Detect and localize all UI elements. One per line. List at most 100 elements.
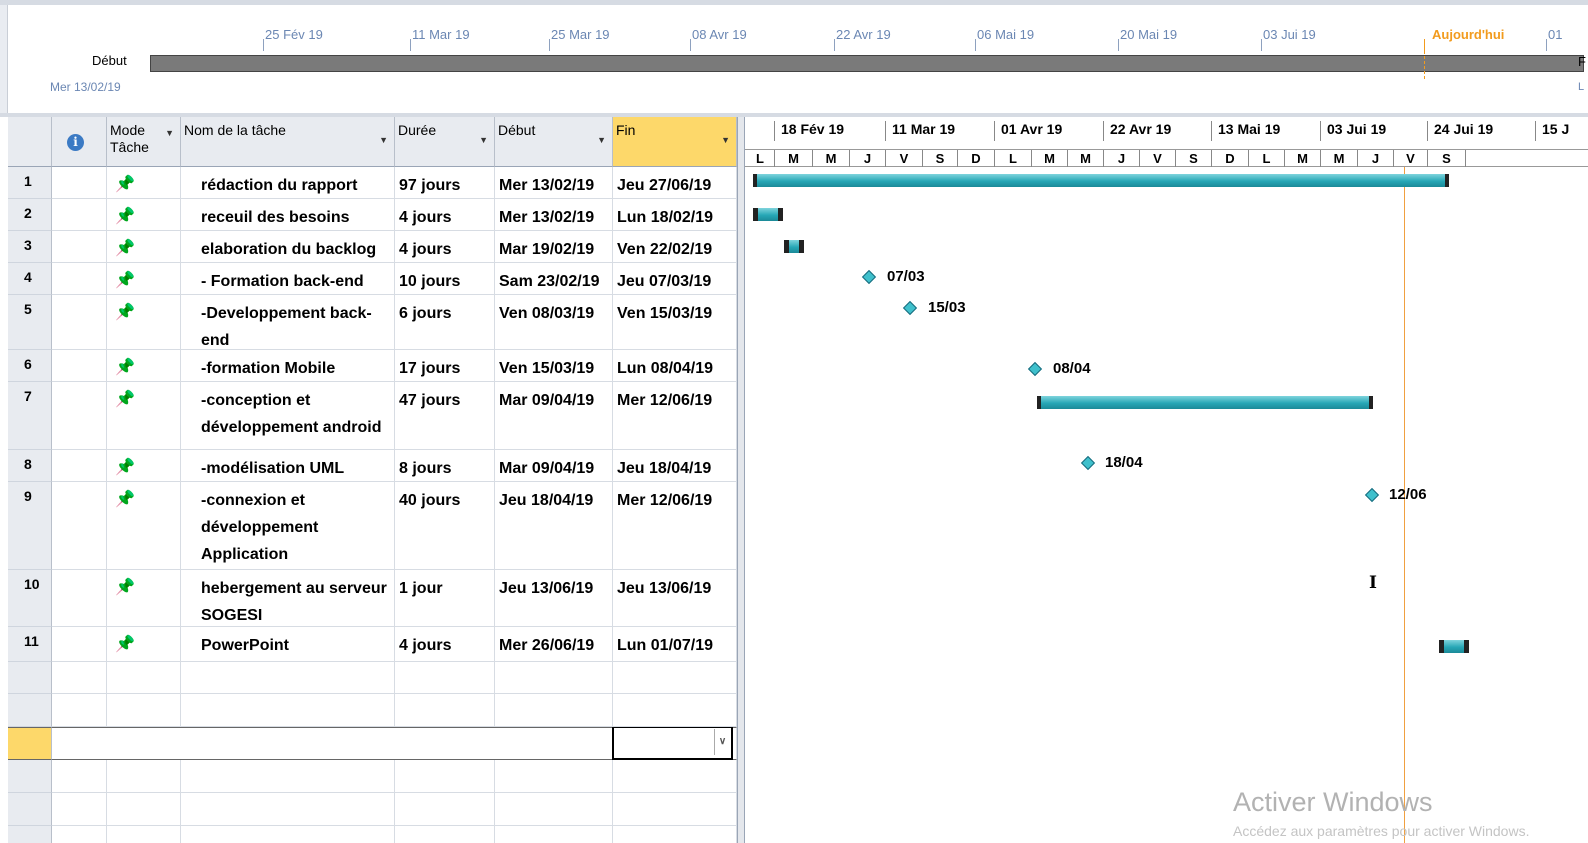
empty-cell[interactable]: [107, 793, 181, 826]
task-duration-cell[interactable]: 97 jours: [395, 167, 495, 199]
row-header[interactable]: 3: [8, 231, 52, 263]
task-grid[interactable]: i Mode Tâche ▼ Nom de la tâche ▼ Durée ▼…: [0, 117, 737, 843]
task-finish-cell[interactable]: Mer 12/06/19: [613, 482, 737, 570]
chevron-down-icon[interactable]: ▼: [721, 135, 730, 145]
task-name-cell[interactable]: -modélisation UML: [181, 450, 395, 482]
empty-cell[interactable]: [613, 793, 737, 826]
empty-cell[interactable]: [52, 760, 107, 793]
task-bar-1[interactable]: [753, 174, 1449, 187]
empty-cell[interactable]: [181, 826, 395, 843]
task-start-cell[interactable]: Ven 15/03/19: [495, 350, 613, 382]
task-finish-cell[interactable]: Lun 01/07/19: [613, 627, 737, 662]
empty-cell[interactable]: [107, 760, 181, 793]
milestone-4[interactable]: [861, 269, 877, 285]
empty-cell[interactable]: [395, 826, 495, 843]
task-duration-cell[interactable]: 10 jours: [395, 263, 495, 295]
task-name-cell[interactable]: elaboration du backlog: [181, 231, 395, 263]
row-header[interactable]: 8: [8, 450, 52, 482]
column-header-mode[interactable]: Mode Tâche ▼: [107, 117, 181, 167]
task-mode-cell[interactable]: 📌: [107, 450, 181, 482]
finish-combo-input[interactable]: ∨: [612, 726, 733, 760]
task-finish-cell[interactable]: Ven 15/03/19: [613, 295, 737, 350]
chevron-down-icon[interactable]: ▼: [165, 125, 174, 142]
select-all-corner[interactable]: [8, 117, 52, 167]
indicator-cell[interactable]: [52, 295, 107, 350]
task-start-cell[interactable]: Mar 09/04/19: [495, 450, 613, 482]
empty-cell[interactable]: [395, 694, 495, 727]
task-bar-10[interactable]: I: [1369, 573, 1377, 593]
empty-cell[interactable]: [52, 694, 107, 727]
row-header-selected[interactable]: [8, 727, 52, 760]
task-duration-cell[interactable]: 4 jours: [395, 627, 495, 662]
empty-cell[interactable]: [107, 694, 181, 727]
milestone-8[interactable]: [1080, 455, 1096, 471]
row-header[interactable]: 9: [8, 482, 52, 570]
task-start-cell[interactable]: Mer 13/02/19: [495, 167, 613, 199]
task-mode-cell[interactable]: 📌: [107, 231, 181, 263]
empty-cell[interactable]: [52, 826, 107, 843]
empty-cell[interactable]: [495, 662, 613, 694]
chevron-down-icon[interactable]: ∨: [714, 729, 730, 755]
empty-cell[interactable]: [495, 793, 613, 826]
empty-cell[interactable]: [107, 662, 181, 694]
indicator-cell[interactable]: [52, 263, 107, 295]
task-mode-cell[interactable]: 📌: [107, 295, 181, 350]
task-start-cell[interactable]: Mar 09/04/19: [495, 382, 613, 450]
row-header[interactable]: 10: [8, 570, 52, 627]
task-mode-cell[interactable]: 📌: [107, 263, 181, 295]
column-header-duration[interactable]: Durée ▼: [395, 117, 495, 167]
empty-cell[interactable]: [613, 694, 737, 727]
task-finish-cell[interactable]: Lun 08/04/19: [613, 350, 737, 382]
task-bar-7[interactable]: [1037, 396, 1373, 409]
indicator-cell[interactable]: [52, 382, 107, 450]
task-mode-cell[interactable]: 📌: [107, 382, 181, 450]
task-bar-11[interactable]: [1439, 640, 1469, 653]
row-header[interactable]: 7: [8, 382, 52, 450]
empty-cell[interactable]: [395, 793, 495, 826]
chevron-down-icon[interactable]: ▼: [479, 135, 488, 145]
task-mode-cell[interactable]: 📌: [107, 199, 181, 231]
task-duration-cell[interactable]: 8 jours: [395, 450, 495, 482]
task-start-cell[interactable]: Ven 08/03/19: [495, 295, 613, 350]
chevron-down-icon[interactable]: ▼: [597, 135, 606, 145]
empty-cell[interactable]: [495, 760, 613, 793]
empty-cell[interactable]: [52, 793, 107, 826]
row-header[interactable]: 6: [8, 350, 52, 382]
row-header[interactable]: [8, 760, 52, 793]
column-header-finish[interactable]: Fin ▼: [613, 117, 737, 167]
empty-cell[interactable]: [181, 793, 395, 826]
milestone-6[interactable]: [1027, 361, 1043, 377]
task-start-cell[interactable]: Mer 13/02/19: [495, 199, 613, 231]
task-finish-cell[interactable]: Lun 18/02/19: [613, 199, 737, 231]
empty-cell[interactable]: [613, 662, 737, 694]
indicator-cell[interactable]: [52, 482, 107, 570]
row-header[interactable]: [8, 793, 52, 826]
row-header[interactable]: [8, 826, 52, 843]
chevron-down-icon[interactable]: ▼: [379, 135, 388, 145]
split-bar[interactable]: [737, 117, 745, 843]
task-bar-3[interactable]: [784, 240, 804, 253]
task-start-cell[interactable]: Jeu 13/06/19: [495, 570, 613, 627]
task-name-cell[interactable]: -Developpement back-end: [181, 295, 395, 350]
indicator-cell[interactable]: [52, 570, 107, 627]
row-header[interactable]: 4: [8, 263, 52, 295]
empty-cell[interactable]: [495, 826, 613, 843]
task-name-cell[interactable]: - Formation back-end: [181, 263, 395, 295]
indicator-cell[interactable]: [52, 450, 107, 482]
task-mode-cell[interactable]: 📌: [107, 167, 181, 199]
indicator-cell[interactable]: [52, 627, 107, 662]
task-finish-cell[interactable]: Jeu 27/06/19: [613, 167, 737, 199]
task-finish-cell[interactable]: Jeu 18/04/19: [613, 450, 737, 482]
row-header[interactable]: 5: [8, 295, 52, 350]
task-name-cell[interactable]: -formation Mobile: [181, 350, 395, 382]
empty-cell[interactable]: [52, 662, 107, 694]
empty-cell[interactable]: [395, 760, 495, 793]
empty-cell[interactable]: [495, 694, 613, 727]
empty-cell[interactable]: [613, 826, 737, 843]
task-name-cell[interactable]: PowerPoint: [181, 627, 395, 662]
task-start-cell[interactable]: Mar 19/02/19: [495, 231, 613, 263]
task-name-cell[interactable]: -connexion et développement Application: [181, 482, 395, 570]
task-bar-2[interactable]: [753, 208, 783, 221]
row-header[interactable]: [8, 694, 52, 727]
gantt-chart[interactable]: 18 Fév 19 11 Mar 19 01 Avr 19 22 Avr 19 …: [745, 117, 1588, 843]
